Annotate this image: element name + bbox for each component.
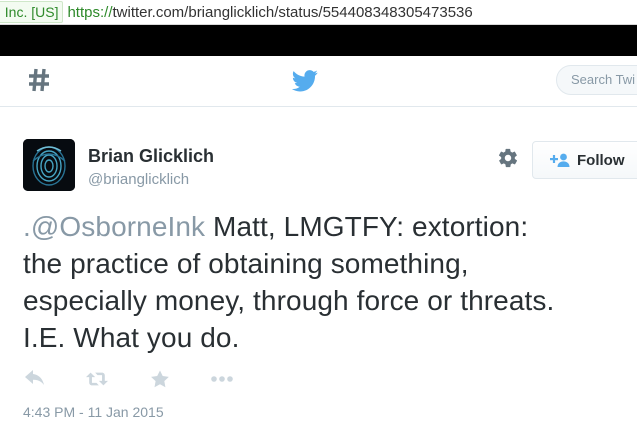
url-path: twitter.com/brianglicklich/status/554408… [112,3,473,21]
retweet-icon[interactable] [86,370,108,388]
tweet-text-prefix: . [23,211,31,242]
tweet-text-line-1: .@OsborneInk Matt, LMGTFY: extortion: [23,208,633,245]
user-screenname[interactable]: @brianglicklich [88,171,189,188]
twitter-bird-icon[interactable] [291,70,319,92]
add-user-icon [550,153,570,167]
ev-certificate-badge[interactable]: , Inc. [US] [0,1,64,23]
hashtag-icon[interactable] [27,67,51,93]
twitter-top-bar: Search Twi [0,56,637,107]
follow-button[interactable]: Follow [532,141,637,179]
more-icon[interactable] [210,370,234,388]
follow-button-label: Follow [577,151,625,169]
fingerprint-avatar-image [23,139,75,191]
tweet-text: .@OsborneInk Matt, LMGTFY: extortion: th… [23,208,633,356]
tweet-timestamp[interactable]: 4:43 PM - 11 Jan 2015 [23,404,164,420]
user-fullname[interactable]: Brian Glicklich [88,146,214,167]
tweet-text-line-3: especially money, through force or threa… [23,285,555,316]
tweet-text-line-2: the practice of obtaining something, [23,248,469,279]
url-protocol: https:// [67,3,113,21]
star-icon[interactable] [151,370,169,388]
gear-icon[interactable] [497,147,519,169]
reply-icon[interactable] [25,370,45,388]
browser-toolbar-band [0,25,637,56]
tweet-permalink: Brian Glicklich @brianglicklich Follow .… [0,107,637,438]
tweet-text-line-4: I.E. What you do. [23,322,240,353]
browser-url-bar[interactable]: , Inc. [US] https://twitter.com/briangli… [0,0,637,25]
search-input[interactable]: Search Twi [556,65,637,95]
avatar[interactable] [23,139,75,191]
mention-link[interactable]: @OsborneInk [31,211,205,242]
tweet-text-line-1-rest: Matt, LMGTFY: extortion: [205,211,529,242]
